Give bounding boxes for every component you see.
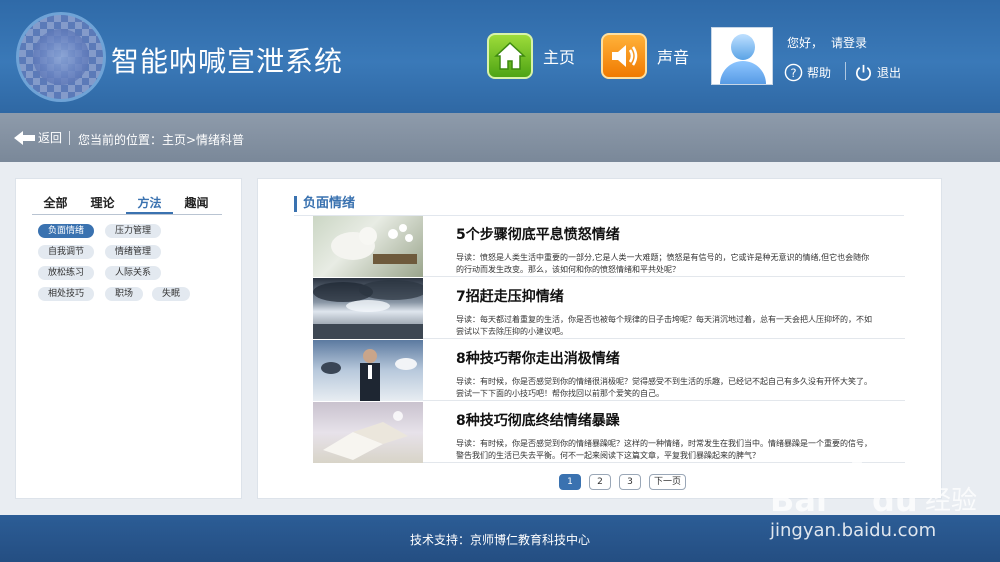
article-title[interactable]: 8种技巧彻底终结情绪暴躁 [456, 410, 620, 430]
sound-label: 声音 [657, 48, 690, 67]
article-summary: 导读：每天都过着重复的生活，你是否也被每个规律的日子击垮呢？每天消沉地过着，总有… [456, 315, 872, 336]
user-avatar-icon[interactable] [711, 27, 773, 85]
list-item[interactable]: 5个步骤彻底平息愤怒情绪 导读：愤怒是人类生活中重要的一部分,它是人类一大难题；… [313, 216, 905, 277]
tag-workplace[interactable]: 职场 [105, 287, 144, 301]
power-icon [856, 64, 871, 81]
header-divider [845, 62, 846, 80]
login-link[interactable]: 请登录 [831, 36, 867, 50]
breadcrumb-bar: 返回 您当前的位置：主页>情绪科普 [0, 113, 1000, 162]
back-button[interactable]: 返回 [14, 129, 62, 146]
list-item[interactable]: 8种技巧彻底终结情绪暴躁 导读：有时候，你是否感觉到你的情绪暴躁呢？这样的一种情… [313, 402, 905, 463]
speaker-icon [601, 33, 647, 79]
next-page-button[interactable]: 下一页 [649, 474, 687, 490]
pagination: 1 2 3 下一页 [559, 474, 694, 490]
home-button[interactable]: 主页 [487, 33, 575, 79]
article-summary: 导读：有时候，你是否感觉到你的情绪很消极呢？觉得感受不到生活的乐趣，已经记不起自… [456, 377, 872, 398]
article-thumbnail [313, 278, 423, 339]
tag-getting-along[interactable]: 相处技巧 [38, 287, 95, 301]
header: 智能呐喊宣泄系统 主页 声音 您好， 请登录 ? 帮助 退出 [0, 0, 1000, 113]
home-label: 主页 [543, 48, 576, 67]
page-3-button[interactable]: 3 [619, 474, 641, 490]
svg-text:du: du [872, 481, 918, 519]
tag-negative-emotion[interactable]: 负面情绪 [38, 224, 95, 238]
logout-button[interactable]: 退出 [854, 62, 901, 82]
app-logo [16, 12, 106, 102]
home-icon [487, 33, 533, 79]
breadcrumb-divider [69, 131, 70, 145]
article-title[interactable]: 5个步骤彻底平息愤怒情绪 [456, 224, 620, 244]
article-title[interactable]: 8种技巧帮你走出消极情绪 [456, 348, 620, 368]
breadcrumb: 您当前的位置：主页>情绪科普 [78, 133, 245, 147]
greeting-text: 您好， [787, 36, 824, 50]
help-label: 帮助 [807, 65, 832, 80]
back-arrow-icon [14, 130, 35, 145]
page-2-button[interactable]: 2 [589, 474, 611, 490]
article-thumbnail [313, 402, 423, 463]
tag-insomnia[interactable]: 失眠 [152, 287, 191, 301]
article-thumbnail [313, 340, 423, 401]
help-icon: ? [784, 63, 803, 81]
watermark-url: jingyan.baidu.com [770, 520, 937, 541]
help-button[interactable]: ? 帮助 [784, 62, 831, 82]
tab-methods[interactable]: 方法 [126, 195, 173, 214]
tag-relaxation[interactable]: 放松练习 [38, 266, 95, 280]
tag-self-regulation[interactable]: 自我调节 [38, 245, 95, 259]
svg-text:?: ? [790, 65, 796, 79]
list-item[interactable]: 8种技巧帮你走出消极情绪 导读：有时候，你是否感觉到你的情绪很消极呢？觉得感受不… [313, 340, 905, 401]
category-tabs: 全部 理论 方法 趣闻 [32, 195, 222, 215]
tab-all[interactable]: 全部 [32, 195, 79, 214]
tag-relationships[interactable]: 人际关系 [105, 266, 162, 280]
page-1-button[interactable]: 1 [559, 474, 581, 490]
category-panel: 全部 理论 方法 趣闻 负面情绪 压力管理 自我调节 情绪管理 放松练习 人际关… [15, 178, 242, 499]
article-summary: 导读：愤怒是人类生活中重要的一部分,它是人类一大难题；愤怒是有信号的，它或许是种… [456, 253, 870, 274]
tab-theory[interactable]: 理论 [79, 195, 126, 214]
tag-stress-management[interactable]: 压力管理 [105, 224, 162, 238]
svg-text:Bai: Bai [770, 481, 827, 519]
article-title[interactable]: 7招赶走压抑情绪 [456, 286, 564, 306]
list-item[interactable]: 7招赶走压抑情绪 导读：每天都过着重复的生活，你是否也被每个规律的日子击垮呢？每… [313, 278, 905, 339]
greeting: 您好， 请登录 [787, 34, 867, 51]
tag-emotion-management[interactable]: 情绪管理 [105, 245, 162, 259]
logout-label: 退出 [877, 65, 902, 80]
section-title: 负面情绪 [294, 196, 355, 212]
sound-button[interactable]: 声音 [601, 33, 689, 79]
back-label: 返回 [38, 131, 63, 145]
article-panel: 负面情绪 5个步骤彻底平息愤怒情绪 导读：愤怒是人类生活中重要的一部分,它是人类… [257, 178, 942, 499]
app-title: 智能呐喊宣泄系统 [111, 45, 344, 78]
tab-fun-facts[interactable]: 趣闻 [173, 195, 220, 214]
article-thumbnail [313, 216, 423, 277]
svg-text:经验: 经验 [925, 486, 977, 516]
